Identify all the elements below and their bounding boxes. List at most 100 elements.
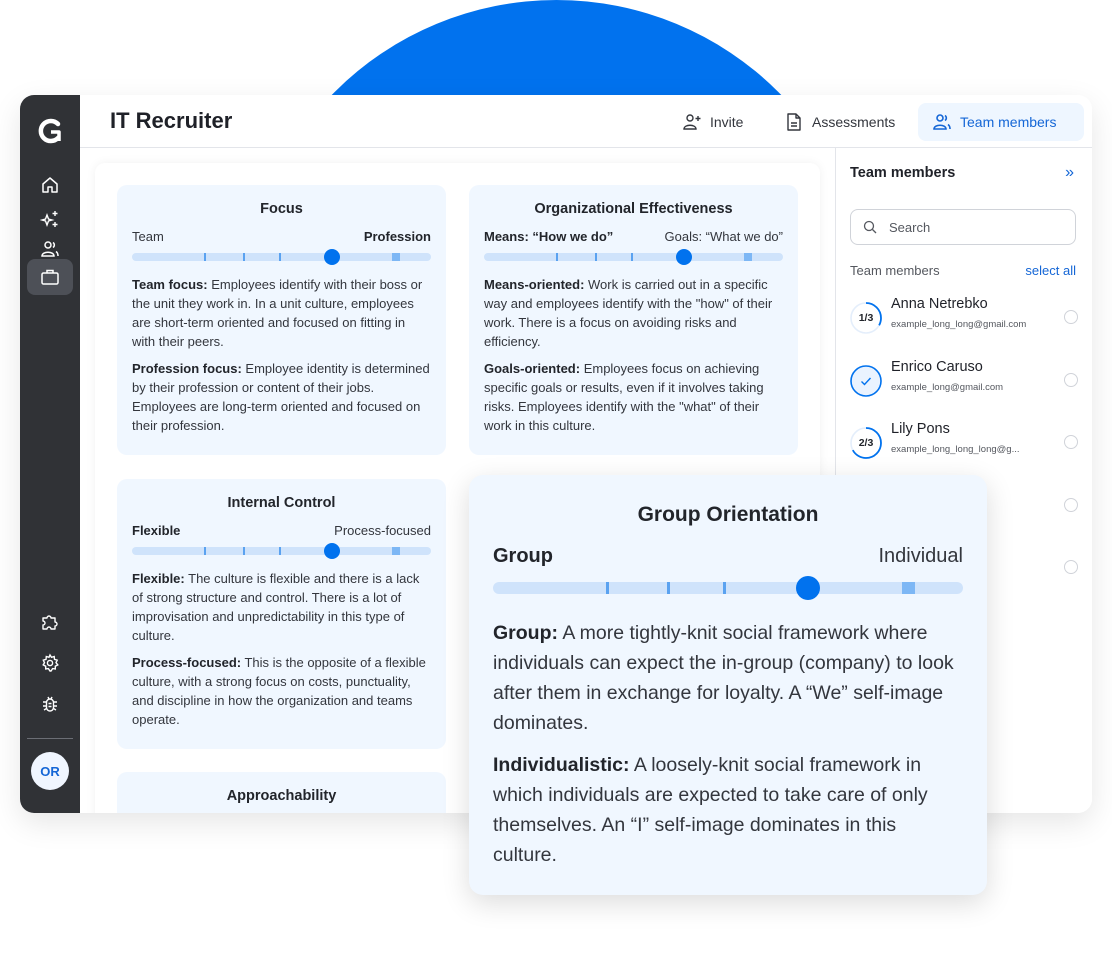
home-icon — [42, 177, 58, 193]
users-icon — [41, 241, 59, 257]
description-paragraph: Goals-oriented: Employees focus on achie… — [484, 361, 764, 433]
tab-assessments-label: Assessments — [812, 114, 896, 130]
briefcase-icon — [41, 269, 59, 285]
member-select-radio[interactable] — [1064, 560, 1078, 574]
completed-check-icon — [850, 364, 882, 397]
culture-slider[interactable] — [484, 249, 783, 265]
member-name: Anna Netrebko — [891, 296, 988, 312]
member-email: example_long@gmail.com — [891, 381, 1004, 393]
sidebar-item-settings[interactable] — [27, 645, 73, 681]
slider-tick — [203, 253, 206, 261]
document-icon — [787, 113, 801, 131]
page-title: IT Recruiter — [110, 108, 233, 133]
sidebar-divider — [27, 738, 73, 739]
slider-poles: Flexible Process-focused — [132, 523, 431, 538]
right-pole-label: Individual — [878, 545, 963, 567]
culture-slider[interactable] — [493, 576, 963, 600]
tab-assessments[interactable]: Assessments — [770, 103, 909, 141]
select-all-link[interactable]: select all — [1025, 263, 1076, 278]
decorative-blue-arc — [283, 0, 830, 95]
member-select-radio[interactable] — [1064, 497, 1078, 512]
tab-invite[interactable]: Invite — [668, 103, 757, 141]
culture-slider[interactable] — [132, 543, 431, 559]
slider-target-marker — [392, 547, 401, 555]
slider-target-marker — [392, 253, 401, 261]
description-paragraph: Process-focused: This is the opposite of… — [132, 655, 426, 727]
users-icon — [933, 114, 951, 130]
left-pole-label: Group — [493, 545, 553, 567]
logo-icon — [38, 118, 61, 144]
tab-team-members-label: Team members — [960, 114, 1057, 130]
slider-handle[interactable] — [795, 576, 820, 600]
culture-card-approachability: Approachability — [117, 772, 446, 813]
sparkles-icon — [40, 211, 58, 227]
top-bar: IT Recruiter Invite Assessments Team mem… — [80, 95, 1092, 148]
progress-label: 2/3 — [858, 437, 874, 449]
member-email: example_long_long@gmail.com — [891, 319, 1027, 330]
team-member-row[interactable]: 1/3 Anna Netrebko example_long_long@gmai… — [850, 296, 1078, 340]
member-progress: 1/3 — [850, 302, 882, 334]
member-select-radio[interactable] — [1064, 435, 1078, 449]
slider-tick — [278, 253, 281, 261]
slider-tick — [203, 547, 206, 555]
collapse-panel-button[interactable]: » — [1065, 164, 1074, 182]
left-pole-label: Team — [132, 229, 164, 244]
bug-icon — [43, 696, 57, 712]
description-paragraph: Group: A more tightly-knit social framew… — [493, 622, 954, 734]
slider-handle[interactable] — [676, 249, 693, 265]
slider-target-marker — [744, 253, 753, 261]
slider-tick — [242, 547, 245, 555]
card-title: Approachability — [226, 788, 337, 804]
slider-tick — [242, 253, 245, 261]
left-pole-label: Flexible — [132, 523, 181, 538]
tab-team-members[interactable]: Team members — [918, 103, 1084, 141]
sidebar: OR — [20, 95, 80, 813]
card-title: Organizational Effectiveness — [534, 201, 733, 217]
team-member-row[interactable]: Enrico Caruso example_long@gmail.com — [850, 359, 1078, 403]
slider-handle[interactable] — [324, 249, 341, 265]
slider-tick — [594, 253, 597, 261]
slider-handle[interactable] — [324, 543, 341, 559]
panel-title: Team members — [850, 165, 956, 181]
right-pole-label: Process-focused — [334, 523, 431, 538]
group-orientation-popup: Group Orientation Group Individual Group… — [469, 475, 987, 895]
right-pole-label: Goals: “What we do” — [664, 229, 784, 244]
slider-tick — [630, 253, 633, 261]
culture-card-internal-control: Internal Control Flexible Process-focuse… — [117, 479, 446, 749]
user-avatar[interactable]: OR — [31, 752, 69, 790]
culture-slider[interactable] — [132, 249, 431, 265]
slider-tick — [278, 547, 281, 555]
member-email: example_long_long_long@g... — [891, 444, 1020, 455]
description-paragraph: Team focus: Employees identify with thei… — [132, 277, 423, 349]
member-progress — [850, 364, 882, 397]
slider-poles: Group Individual — [493, 545, 963, 568]
slider-tick — [723, 582, 727, 594]
sidebar-item-home[interactable] — [27, 167, 73, 203]
member-select-radio[interactable] — [1064, 372, 1078, 387]
slider-target-marker — [901, 582, 915, 594]
team-members-label: Team members — [850, 263, 940, 278]
search-icon — [863, 220, 877, 234]
right-pole-label: Profession — [363, 229, 431, 244]
slider-tick — [666, 582, 670, 594]
slider-poles: Means: “How we do” Goals: “What we do” — [484, 229, 783, 244]
search-input[interactable] — [887, 218, 1061, 236]
search-field[interactable] — [850, 209, 1076, 245]
team-member-row[interactable]: 2/3 Lily Pons example_long_long_long@g..… — [850, 421, 1078, 465]
card-title: Internal Control — [227, 495, 336, 511]
member-name: Enrico Caruso — [891, 358, 983, 375]
member-select-radio[interactable] — [1064, 310, 1078, 324]
sidebar-item-debug[interactable] — [27, 686, 73, 722]
member-progress: 2/3 — [850, 427, 882, 459]
puzzle-icon — [42, 615, 58, 630]
progress-label: 1/3 — [858, 312, 874, 324]
tab-invite-label: Invite — [710, 114, 744, 130]
gear-icon — [42, 653, 59, 672]
card-title: Focus — [260, 201, 303, 217]
sidebar-item-integrations[interactable] — [27, 604, 73, 640]
left-pole-label: Means: “How we do” — [484, 229, 614, 244]
sidebar-item-jobs[interactable] — [27, 259, 73, 295]
user-plus-icon — [683, 114, 701, 130]
popup-title: Group Orientation — [637, 503, 819, 526]
description-paragraph: Profession focus: Employee identity is d… — [132, 361, 430, 433]
